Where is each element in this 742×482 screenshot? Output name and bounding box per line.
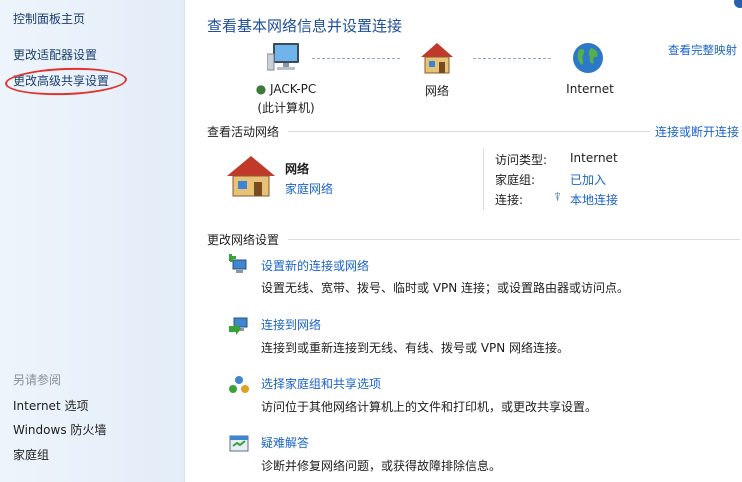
change-settings-title: 更改网络设置	[207, 233, 280, 247]
setup-new-connection-desc: 设置无线、宽带、拨号、临时或 VPN 连接；或设置路由器或访问点。	[261, 281, 630, 295]
homegroup-sharing-link[interactable]: 选择家庭组和共享选项	[261, 375, 381, 392]
section-divider	[288, 131, 650, 132]
change-adapter-settings-link[interactable]: 更改适配器设置	[13, 46, 97, 63]
connect-to-network-icon	[229, 317, 248, 335]
computer-icon[interactable]	[267, 40, 303, 76]
connect-to-network-desc: 连接到或重新连接到无线、有线、拨号或 VPN 网络连接。	[261, 341, 570, 355]
computer-name-label: ● JACK-PC	[255, 82, 317, 96]
main-content: 查看基本网络信息并设置连接 查看完整映射 ● JACK-PC (此计算机) 网络…	[185, 0, 742, 482]
connect-to-network-link[interactable]: 连接到网络	[261, 316, 321, 333]
network-type-link[interactable]: 家庭网络	[285, 180, 333, 197]
homegroup-sharing-icon	[229, 376, 249, 393]
home-network-icon[interactable]	[419, 41, 455, 75]
windows-firewall-link[interactable]: Windows 防火墙	[13, 421, 106, 438]
homegroup-sharing-desc: 访问位于其他网络计算机上的文件和打印机，或更改共享设置。	[261, 400, 598, 414]
network-name: 网络	[285, 162, 310, 176]
network-map-label: 网络	[424, 84, 449, 98]
troubleshoot-desc: 诊断并修复网络问题，或获得故障排除信息。	[261, 459, 502, 473]
new-connection-icon	[229, 254, 247, 273]
active-networks-title: 查看活动网络	[207, 125, 280, 139]
navigation-pane: 控制面板主页 更改适配器设置 更改高级共享设置 另请参阅 Internet 选项…	[0, 0, 185, 482]
ethernet-icon: ⍒	[554, 190, 562, 204]
see-also-heading: 另请参阅	[13, 373, 62, 387]
section-divider	[288, 239, 740, 240]
internet-options-link[interactable]: Internet 选项	[13, 397, 88, 414]
connection-line	[473, 58, 551, 59]
access-type-value: Internet	[570, 151, 618, 165]
connections-label: 连接:	[495, 193, 524, 207]
page-title: 查看基本网络信息并设置连接	[207, 17, 403, 35]
troubleshoot-link[interactable]: 疑难解答	[261, 434, 309, 451]
setup-new-connection-link[interactable]: 设置新的连接或网络	[261, 257, 369, 274]
see-full-map-link[interactable]: 查看完整映射	[668, 42, 737, 58]
help-icon[interactable]	[734, 0, 742, 8]
troubleshoot-icon	[229, 435, 249, 452]
connection-line	[312, 58, 400, 59]
internet-label: Internet	[566, 82, 614, 96]
internet-globe-icon[interactable]	[571, 41, 605, 75]
control-panel-home-link[interactable]: 控制面板主页	[13, 10, 85, 27]
homegroup-label: 家庭组:	[495, 173, 536, 187]
homegroup-link[interactable]: 家庭组	[13, 446, 49, 463]
homegroup-joined-link[interactable]: 已加入	[570, 171, 606, 188]
access-type-label: 访问类型:	[495, 153, 548, 167]
connect-disconnect-link[interactable]: 连接或断开连接	[655, 123, 739, 140]
highlight-annotation-oval	[4, 65, 128, 98]
home-network-large-icon	[227, 156, 275, 197]
this-computer-label: (此计算机)	[257, 101, 315, 115]
local-connection-link[interactable]: 本地连接	[570, 191, 618, 208]
vertical-divider	[483, 148, 484, 210]
computer-name: JACK-PC	[270, 82, 317, 96]
